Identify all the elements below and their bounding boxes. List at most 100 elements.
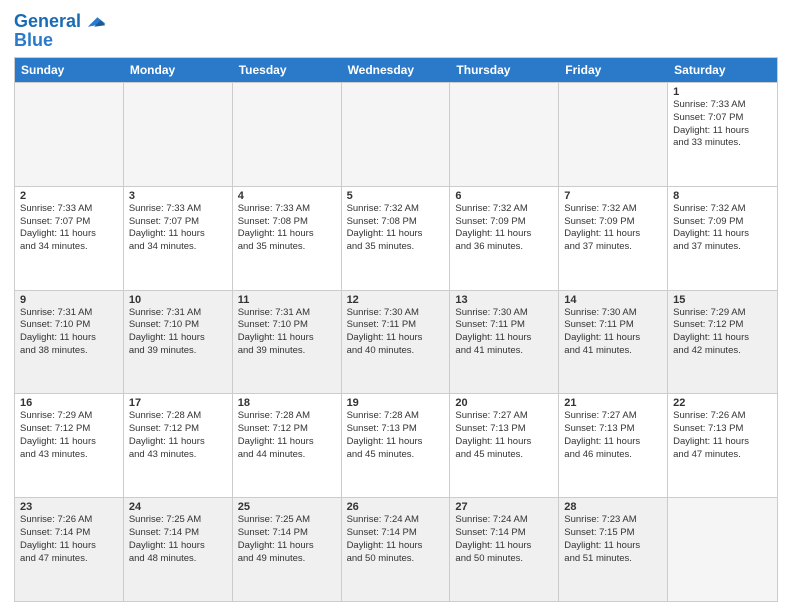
day-cell-26: 26Sunrise: 7:24 AMSunset: 7:14 PMDayligh… [342, 498, 451, 601]
day-number: 24 [129, 501, 227, 513]
day-number: 5 [347, 190, 445, 202]
day-number: 11 [238, 294, 336, 306]
day-cell-27: 27Sunrise: 7:24 AMSunset: 7:14 PMDayligh… [450, 498, 559, 601]
day-number: 27 [455, 501, 553, 513]
day-number: 28 [564, 501, 662, 513]
day-cell-16: 16Sunrise: 7:29 AMSunset: 7:12 PMDayligh… [15, 394, 124, 497]
day-number: 17 [129, 397, 227, 409]
day-cell-1: 1Sunrise: 7:33 AMSunset: 7:07 PMDaylight… [668, 83, 777, 186]
day-cell-20: 20Sunrise: 7:27 AMSunset: 7:13 PMDayligh… [450, 394, 559, 497]
calendar-row-4: 23Sunrise: 7:26 AMSunset: 7:14 PMDayligh… [15, 497, 777, 601]
day-number: 6 [455, 190, 553, 202]
day-number: 19 [347, 397, 445, 409]
day-cell-21: 21Sunrise: 7:27 AMSunset: 7:13 PMDayligh… [559, 394, 668, 497]
day-cell-12: 12Sunrise: 7:30 AMSunset: 7:11 PMDayligh… [342, 291, 451, 394]
day-cell-5: 5Sunrise: 7:32 AMSunset: 7:08 PMDaylight… [342, 187, 451, 290]
day-number: 20 [455, 397, 553, 409]
logo: General Blue [14, 10, 107, 51]
day-cell-2: 2Sunrise: 7:33 AMSunset: 7:07 PMDaylight… [15, 187, 124, 290]
day-number: 10 [129, 294, 227, 306]
day-cell-9: 9Sunrise: 7:31 AMSunset: 7:10 PMDaylight… [15, 291, 124, 394]
day-info: Sunrise: 7:32 AMSunset: 7:09 PMDaylight:… [455, 203, 553, 254]
day-cell-empty [342, 83, 451, 186]
day-cell-3: 3Sunrise: 7:33 AMSunset: 7:07 PMDaylight… [124, 187, 233, 290]
day-cell-empty [124, 83, 233, 186]
day-number: 16 [20, 397, 118, 409]
day-info: Sunrise: 7:28 AMSunset: 7:12 PMDaylight:… [129, 410, 227, 461]
day-info: Sunrise: 7:29 AMSunset: 7:12 PMDaylight:… [20, 410, 118, 461]
day-cell-13: 13Sunrise: 7:30 AMSunset: 7:11 PMDayligh… [450, 291, 559, 394]
day-info: Sunrise: 7:32 AMSunset: 7:08 PMDaylight:… [347, 203, 445, 254]
day-number: 2 [20, 190, 118, 202]
day-info: Sunrise: 7:26 AMSunset: 7:13 PMDaylight:… [673, 410, 772, 461]
calendar-body: 1Sunrise: 7:33 AMSunset: 7:07 PMDaylight… [15, 82, 777, 601]
day-cell-8: 8Sunrise: 7:32 AMSunset: 7:09 PMDaylight… [668, 187, 777, 290]
header-day-wednesday: Wednesday [342, 58, 451, 82]
day-info: Sunrise: 7:28 AMSunset: 7:12 PMDaylight:… [238, 410, 336, 461]
day-info: Sunrise: 7:31 AMSunset: 7:10 PMDaylight:… [129, 307, 227, 358]
day-cell-10: 10Sunrise: 7:31 AMSunset: 7:10 PMDayligh… [124, 291, 233, 394]
day-info: Sunrise: 7:32 AMSunset: 7:09 PMDaylight:… [673, 203, 772, 254]
day-cell-empty [668, 498, 777, 601]
header-day-sunday: Sunday [15, 58, 124, 82]
day-cell-11: 11Sunrise: 7:31 AMSunset: 7:10 PMDayligh… [233, 291, 342, 394]
day-cell-25: 25Sunrise: 7:25 AMSunset: 7:14 PMDayligh… [233, 498, 342, 601]
day-info: Sunrise: 7:33 AMSunset: 7:08 PMDaylight:… [238, 203, 336, 254]
day-cell-4: 4Sunrise: 7:33 AMSunset: 7:08 PMDaylight… [233, 187, 342, 290]
day-info: Sunrise: 7:28 AMSunset: 7:13 PMDaylight:… [347, 410, 445, 461]
calendar-row-2: 9Sunrise: 7:31 AMSunset: 7:10 PMDaylight… [15, 290, 777, 394]
day-number: 4 [238, 190, 336, 202]
calendar-row-3: 16Sunrise: 7:29 AMSunset: 7:12 PMDayligh… [15, 393, 777, 497]
logo-text: General [14, 12, 81, 32]
day-cell-7: 7Sunrise: 7:32 AMSunset: 7:09 PMDaylight… [559, 187, 668, 290]
calendar: SundayMondayTuesdayWednesdayThursdayFrid… [14, 57, 778, 602]
day-info: Sunrise: 7:24 AMSunset: 7:14 PMDaylight:… [455, 514, 553, 565]
day-cell-17: 17Sunrise: 7:28 AMSunset: 7:12 PMDayligh… [124, 394, 233, 497]
day-cell-empty [559, 83, 668, 186]
day-info: Sunrise: 7:26 AMSunset: 7:14 PMDaylight:… [20, 514, 118, 565]
day-cell-empty [15, 83, 124, 186]
header-day-thursday: Thursday [450, 58, 559, 82]
calendar-header: SundayMondayTuesdayWednesdayThursdayFrid… [15, 58, 777, 82]
day-number: 21 [564, 397, 662, 409]
day-number: 25 [238, 501, 336, 513]
day-info: Sunrise: 7:30 AMSunset: 7:11 PMDaylight:… [564, 307, 662, 358]
header-day-friday: Friday [559, 58, 668, 82]
day-cell-28: 28Sunrise: 7:23 AMSunset: 7:15 PMDayligh… [559, 498, 668, 601]
day-number: 8 [673, 190, 772, 202]
day-number: 18 [238, 397, 336, 409]
header: General Blue [14, 10, 778, 51]
day-number: 26 [347, 501, 445, 513]
day-number: 7 [564, 190, 662, 202]
day-info: Sunrise: 7:25 AMSunset: 7:14 PMDaylight:… [238, 514, 336, 565]
day-cell-14: 14Sunrise: 7:30 AMSunset: 7:11 PMDayligh… [559, 291, 668, 394]
day-info: Sunrise: 7:33 AMSunset: 7:07 PMDaylight:… [20, 203, 118, 254]
header-day-saturday: Saturday [668, 58, 777, 82]
logo-icon [83, 10, 107, 34]
calendar-row-0: 1Sunrise: 7:33 AMSunset: 7:07 PMDaylight… [15, 82, 777, 186]
day-info: Sunrise: 7:33 AMSunset: 7:07 PMDaylight:… [129, 203, 227, 254]
page: General Blue SundayMondayTuesdayWednesda… [0, 0, 792, 612]
day-number: 3 [129, 190, 227, 202]
day-cell-6: 6Sunrise: 7:32 AMSunset: 7:09 PMDaylight… [450, 187, 559, 290]
day-cell-18: 18Sunrise: 7:28 AMSunset: 7:12 PMDayligh… [233, 394, 342, 497]
day-cell-19: 19Sunrise: 7:28 AMSunset: 7:13 PMDayligh… [342, 394, 451, 497]
day-info: Sunrise: 7:31 AMSunset: 7:10 PMDaylight:… [238, 307, 336, 358]
day-info: Sunrise: 7:29 AMSunset: 7:12 PMDaylight:… [673, 307, 772, 358]
header-day-monday: Monday [124, 58, 233, 82]
day-info: Sunrise: 7:30 AMSunset: 7:11 PMDaylight:… [455, 307, 553, 358]
day-number: 23 [20, 501, 118, 513]
day-number: 15 [673, 294, 772, 306]
calendar-row-1: 2Sunrise: 7:33 AMSunset: 7:07 PMDaylight… [15, 186, 777, 290]
day-info: Sunrise: 7:27 AMSunset: 7:13 PMDaylight:… [455, 410, 553, 461]
day-info: Sunrise: 7:24 AMSunset: 7:14 PMDaylight:… [347, 514, 445, 565]
day-info: Sunrise: 7:32 AMSunset: 7:09 PMDaylight:… [564, 203, 662, 254]
day-info: Sunrise: 7:25 AMSunset: 7:14 PMDaylight:… [129, 514, 227, 565]
day-info: Sunrise: 7:30 AMSunset: 7:11 PMDaylight:… [347, 307, 445, 358]
day-cell-22: 22Sunrise: 7:26 AMSunset: 7:13 PMDayligh… [668, 394, 777, 497]
day-cell-23: 23Sunrise: 7:26 AMSunset: 7:14 PMDayligh… [15, 498, 124, 601]
day-cell-15: 15Sunrise: 7:29 AMSunset: 7:12 PMDayligh… [668, 291, 777, 394]
day-info: Sunrise: 7:33 AMSunset: 7:07 PMDaylight:… [673, 99, 772, 150]
day-number: 12 [347, 294, 445, 306]
day-cell-empty [450, 83, 559, 186]
